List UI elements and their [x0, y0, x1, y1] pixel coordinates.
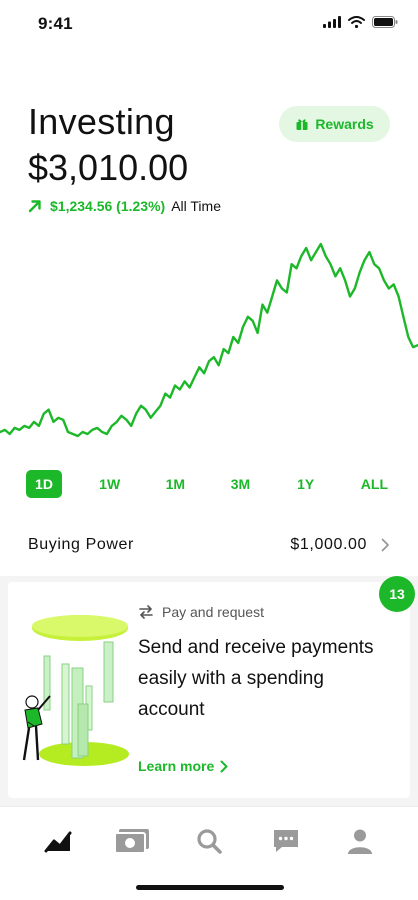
chevron-right-icon — [381, 538, 389, 552]
buying-power-label: Buying Power — [28, 536, 134, 553]
change-value: $1,234.56 (1.23%) — [50, 198, 166, 214]
chevron-right-icon — [220, 760, 228, 772]
range-all-button[interactable]: ALL — [353, 470, 396, 498]
account-tab-icon — [348, 829, 372, 854]
tab-cash[interactable] — [112, 823, 152, 859]
tab-account[interactable] — [340, 823, 380, 859]
learn-more-label: Learn more — [138, 758, 215, 774]
arrow-up-right-icon — [28, 200, 41, 213]
gift-icon — [296, 119, 308, 130]
status-icons — [323, 16, 398, 28]
range-1y-button[interactable]: 1Y — [288, 470, 324, 498]
portfolio-balance: $3,010.00 — [28, 147, 189, 188]
transfer-arrows-icon — [139, 605, 153, 619]
learn-more-link[interactable]: Learn more — [138, 758, 228, 774]
portfolio-chart[interactable] — [0, 230, 418, 450]
chart-tab-icon — [44, 831, 72, 853]
notification-count-badge[interactable]: 13 — [379, 576, 415, 612]
buying-power-row[interactable]: Buying Power $1,000.00 — [28, 530, 390, 560]
range-selector: 1D 1W 1M 3M 1Y ALL — [26, 470, 396, 498]
range-1d-button[interactable]: 1D — [26, 470, 62, 498]
range-1w-button[interactable]: 1W — [91, 470, 128, 498]
battery-icon — [372, 16, 398, 28]
rewards-label: Rewards — [315, 116, 374, 132]
search-tab-icon — [197, 829, 222, 854]
portfolio-header: Investing $3,010.00 $1,234.56 (1.23%) Al… — [28, 100, 221, 214]
status-time: 9:41 — [38, 14, 73, 33]
messages-tab-icon — [274, 830, 298, 852]
wifi-icon — [348, 16, 365, 28]
home-indicator — [136, 885, 284, 890]
portfolio-change: $1,234.56 (1.23%) All Time — [28, 198, 221, 214]
cash-tab-icon — [114, 829, 149, 854]
cellular-signal-icon — [323, 16, 341, 28]
range-1m-button[interactable]: 1M — [157, 470, 193, 498]
buying-power-value: $1,000.00 — [290, 536, 367, 553]
tab-investing[interactable] — [38, 823, 78, 859]
status-bar: 9:41 — [0, 0, 418, 48]
tab-search[interactable] — [189, 823, 229, 859]
page-title: Investing — [28, 101, 175, 142]
card-kicker-label: Pay and request — [162, 604, 264, 620]
change-period: All Time — [171, 198, 221, 214]
spending-account-illustration — [22, 615, 129, 766]
card-kicker: Pay and request — [138, 604, 264, 620]
tab-messages[interactable] — [266, 823, 306, 859]
chart-line — [0, 242, 418, 438]
rewards-button[interactable]: Rewards — [279, 106, 390, 142]
range-3m-button[interactable]: 3M — [222, 470, 258, 498]
promo-card[interactable]: Pay and request Send and receive payment… — [8, 582, 410, 798]
card-body-text: Send and receive payments easily with a … — [138, 637, 374, 720]
